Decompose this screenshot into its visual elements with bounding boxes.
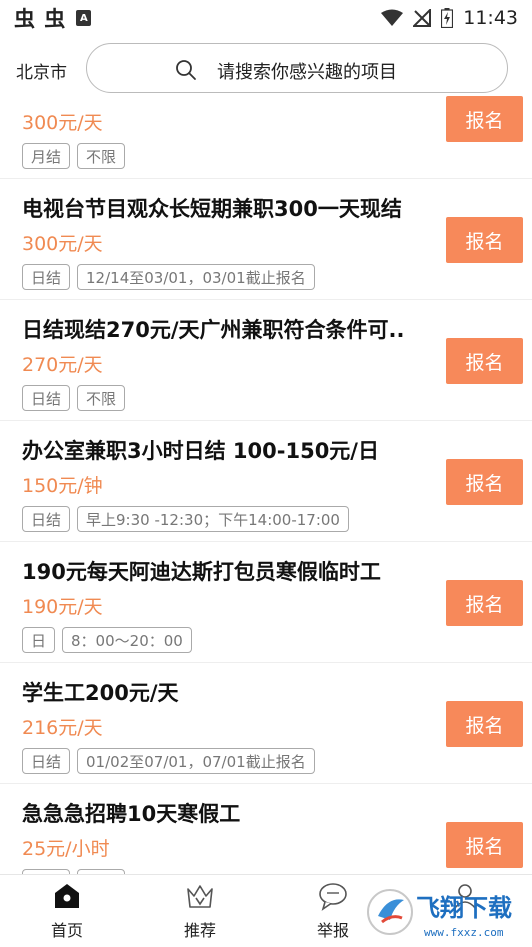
job-tag: 不限: [77, 143, 126, 169]
wifi-icon: [381, 9, 404, 26]
nav-recommend[interactable]: 推荐: [155, 879, 245, 945]
job-price: 300元/天: [22, 233, 103, 255]
nav-recommend-label: 推荐: [183, 921, 216, 940]
nav-home[interactable]: 首页: [22, 879, 112, 945]
job-title: 日结现结270元/天广州兼职符合条件可..: [22, 318, 405, 342]
nav-report[interactable]: 举报: [288, 879, 378, 945]
job-tags: 日结 早上9:30 -12:30；下午14:00-17:00: [22, 506, 349, 532]
status-bar-left: 虫 虫 A: [14, 3, 92, 33]
job-title: 学生工200元/天: [22, 681, 179, 705]
apply-button[interactable]: 报名: [446, 701, 523, 747]
chat-bubble-icon: [316, 879, 350, 913]
crown-icon: [183, 879, 217, 913]
app-notification-icons: 虫 虫: [14, 7, 67, 31]
job-item[interactable]: 电视台节目观众长短期兼职300一天现结 300元/天 日结 12/14至03/0…: [0, 179, 532, 300]
apply-button[interactable]: 报名: [446, 217, 523, 263]
search-icon: [176, 60, 196, 80]
job-price: 25元/小时: [22, 838, 110, 860]
search-bar[interactable]: 请搜索你感兴趣的项目: [86, 43, 508, 93]
no-signal-icon: [413, 9, 432, 27]
job-tag: 日: [22, 627, 56, 653]
job-tag: 01/02至07/01，07/01截止报名: [77, 748, 315, 774]
watermark-text: 飞翔下载: [416, 894, 512, 922]
job-price: 270元/天: [22, 354, 103, 376]
job-tag: 月结: [22, 143, 71, 169]
apply-button[interactable]: 报名: [446, 338, 523, 384]
job-tag: 早上9:30 -12:30；下午14:00-17:00: [77, 506, 349, 532]
job-tags: 日结 12/14至03/01，03/01截止报名: [22, 264, 315, 290]
job-price: 190元/天: [22, 596, 103, 618]
job-title: 办公室兼职3小时日结 100-150元/日: [22, 439, 379, 463]
job-title: 急急急招聘10天寒假工: [22, 802, 241, 826]
job-item[interactable]: 办公室兼职3小时日结 100-150元/日 150元/钟 日结 早上9:30 -…: [0, 421, 532, 542]
job-tag: 12/14至03/01，03/01截止报名: [77, 264, 315, 290]
job-price: 150元/钟: [22, 475, 103, 497]
notification-box-icon: A: [76, 10, 92, 26]
status-bar-right: 11:43: [381, 7, 518, 29]
job-tag: 8：00～20：00: [62, 627, 192, 653]
city-selector[interactable]: 北京市: [16, 58, 67, 83]
battery-charging-icon: [441, 8, 454, 28]
job-tag: 日结: [22, 748, 71, 774]
job-list[interactable]: 300元/天 月结 不限 报名 电视台节目观众长短期兼职300一天现结 300元…: [0, 96, 532, 874]
job-tag: 不限: [77, 385, 126, 411]
job-title: 电视台节目观众长短期兼职300一天现结: [22, 197, 402, 221]
nav-report-label: 举报: [316, 921, 349, 940]
apply-button[interactable]: 报名: [446, 459, 523, 505]
watermark-logo: 飞翔下载 www.fxxz.com: [367, 889, 512, 939]
apply-button[interactable]: 报名: [446, 96, 523, 142]
job-item[interactable]: 学生工200元/天 216元/天 日结 01/02至07/01，07/01截止报…: [0, 663, 532, 784]
clock-time: 11:43: [463, 7, 518, 29]
job-item[interactable]: 190元每天阿迪达斯打包员寒假临时工 190元/天 日 8：00～20：00 报…: [0, 542, 532, 663]
job-tags: 日结 不限: [22, 385, 126, 411]
apply-button[interactable]: 报名: [446, 580, 523, 626]
job-price: 216元/天: [22, 717, 103, 739]
job-item[interactable]: 急急急招聘10天寒假工 25元/小时 日结 不限 报名: [0, 784, 532, 874]
top-header: 北京市 请搜索你感兴趣的项目: [0, 38, 532, 96]
job-item[interactable]: 300元/天 月结 不限 报名: [0, 96, 532, 179]
job-title: 190元每天阿迪达斯打包员寒假临时工: [22, 560, 381, 584]
watermark-url: www.fxxz.com: [424, 926, 504, 939]
site-watermark: 飞翔下载 www.fxxz.com: [366, 880, 532, 944]
job-tag: 日结: [22, 385, 71, 411]
job-tag: 日结: [22, 264, 71, 290]
job-price: 300元/天: [22, 112, 103, 134]
nav-home-label: 首页: [50, 921, 83, 940]
job-tags: 月结 不限: [22, 143, 126, 169]
status-bar: 虫 虫 A 11:43: [0, 0, 532, 36]
job-item[interactable]: 日结现结270元/天广州兼职符合条件可.. 270元/天 日结 不限 报名: [0, 300, 532, 421]
job-tags: 日结 01/02至07/01，07/01截止报名: [22, 748, 315, 774]
job-tag: 日结: [22, 506, 71, 532]
search-placeholder: 请搜索你感兴趣的项目: [217, 62, 397, 83]
job-tags: 日 8：00～20：00: [22, 627, 192, 653]
apply-button[interactable]: 报名: [446, 822, 523, 868]
home-icon: [50, 879, 84, 913]
